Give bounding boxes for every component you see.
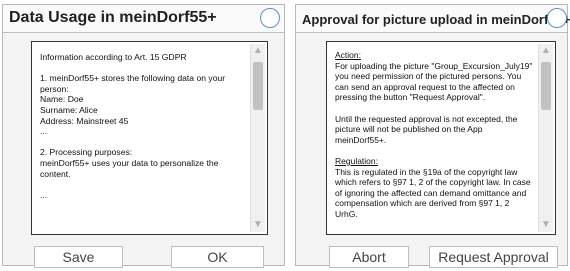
scrollbar[interactable]: ▲ ▼ — [250, 44, 265, 232]
info-line: meinDorf55+ uses your data to personaliz… — [40, 157, 219, 179]
info-line: 2. Processing purposes: — [40, 147, 133, 158]
info-line: Information according to Art. 15 GDPR — [40, 52, 187, 62]
scrollbar[interactable]: ▲ ▼ — [538, 44, 553, 232]
info-line: ... — [40, 126, 48, 137]
info-line: Name: Doe — [40, 94, 84, 105]
approval-text: Action: For uploading the picture "Group… — [335, 50, 533, 220]
data-usage-dialog: Data Usage in meinDorf55+ Information ac… — [2, 4, 285, 268]
scroll-up-arrow-icon[interactable]: ▲ — [539, 44, 553, 58]
scroll-thumb[interactable] — [253, 62, 263, 110]
regulation-text: This is regulated in the §19a of the cop… — [335, 166, 531, 219]
circle-icon[interactable] — [260, 8, 280, 28]
request-approval-button[interactable]: Request Approval — [429, 246, 558, 268]
save-button[interactable]: Save — [34, 246, 123, 268]
info-text-box: Information according to Art. 15 GDPR 1.… — [31, 41, 268, 235]
info-line: Surname: Alice — [40, 104, 98, 115]
picture-approval-dialog: Approval for picture upload in meinDorf5… — [295, 4, 570, 268]
ok-button[interactable]: OK — [171, 246, 264, 268]
scroll-down-arrow-icon[interactable]: ▼ — [251, 218, 265, 232]
dialog-title: Approval for picture upload in meinDorf5… — [302, 12, 570, 27]
info-line: ... — [40, 189, 48, 200]
regulation-heading: Regulation: — [335, 155, 379, 166]
abort-button[interactable]: Abort — [329, 246, 409, 268]
dialog-title: Data Usage in meinDorf55+ — [9, 9, 217, 26]
title-bar: Approval for picture upload in meinDorf5… — [296, 5, 570, 33]
scroll-thumb[interactable] — [541, 62, 551, 110]
pending-text: Until the requested approval is not exce… — [335, 113, 518, 145]
circle-icon[interactable] — [547, 8, 567, 28]
approval-text-box: Action: For uploading the picture "Group… — [326, 41, 556, 235]
action-text: For uploading the picture "Group_Excursi… — [335, 60, 533, 103]
info-line: Address: Mainstreet 45 — [40, 115, 129, 126]
title-bar: Data Usage in meinDorf55+ — [3, 5, 284, 33]
action-heading: Action: — [335, 50, 361, 60]
info-line: 1. meinDorf55+ stores the following data… — [40, 73, 226, 94]
info-text: Information according to Art. 15 GDPR 1.… — [40, 52, 245, 200]
scroll-down-arrow-icon[interactable]: ▼ — [539, 218, 553, 232]
scroll-up-arrow-icon[interactable]: ▲ — [251, 44, 265, 58]
